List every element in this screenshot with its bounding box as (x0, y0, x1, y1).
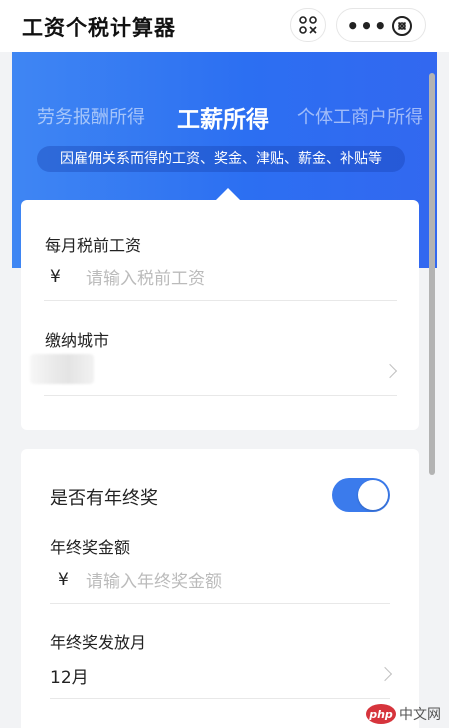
more-dots-icon[interactable]: ••• (346, 9, 387, 43)
divider (44, 300, 397, 301)
tab-salary-income[interactable]: 工薪所得 (177, 100, 269, 134)
toggle-knob (358, 480, 388, 510)
close-circle-icon[interactable] (391, 15, 413, 37)
monthly-salary-label: 每月税前工资 (45, 236, 142, 255)
city-value-blurred (30, 354, 94, 384)
tab-labor-income[interactable]: 劳务报酬所得 (37, 103, 145, 129)
divider (44, 395, 397, 396)
scan-button[interactable] (290, 8, 326, 42)
bonus-month-value[interactable]: 12月 (50, 663, 89, 688)
scan-icon (299, 16, 317, 34)
monthly-salary-placeholder: 请输入税前工资 (86, 269, 205, 289)
watermark-logo: php (366, 704, 396, 724)
city-label: 缴纳城市 (45, 331, 110, 350)
currency-symbol: ¥ (50, 266, 61, 287)
divider (50, 698, 390, 699)
tab-business-income[interactable]: 个体工商户所得 (297, 103, 423, 129)
bonus-amount-input[interactable]: ¥ 请输入年终奖金额 (58, 567, 222, 593)
bonus-month-label: 年终奖发放月 (50, 633, 147, 652)
bonus-amount-label: 年终奖金额 (50, 538, 131, 557)
bonus-amount-placeholder: 请输入年终奖金额 (86, 572, 222, 592)
title-bar: 工资个税计算器 ••• (0, 0, 449, 52)
mini-program-capsule: ••• (336, 8, 426, 42)
monthly-salary-input[interactable]: ¥ 请输入税前工资 (50, 264, 205, 290)
currency-symbol: ¥ (58, 569, 69, 590)
app-title: 工资个税计算器 (22, 16, 176, 40)
has-bonus-toggle[interactable] (332, 478, 390, 512)
divider (50, 603, 390, 604)
has-bonus-label: 是否有年终奖 (50, 488, 158, 509)
watermark-text: 中文网 (399, 707, 441, 723)
scrollbar[interactable] (429, 73, 435, 475)
active-tab-pointer (216, 188, 240, 200)
tab-description: 因雇佣关系而得的工资、奖金、津贴、薪金、补贴等 (37, 146, 405, 172)
site-watermark: php 中文网 (366, 703, 446, 725)
